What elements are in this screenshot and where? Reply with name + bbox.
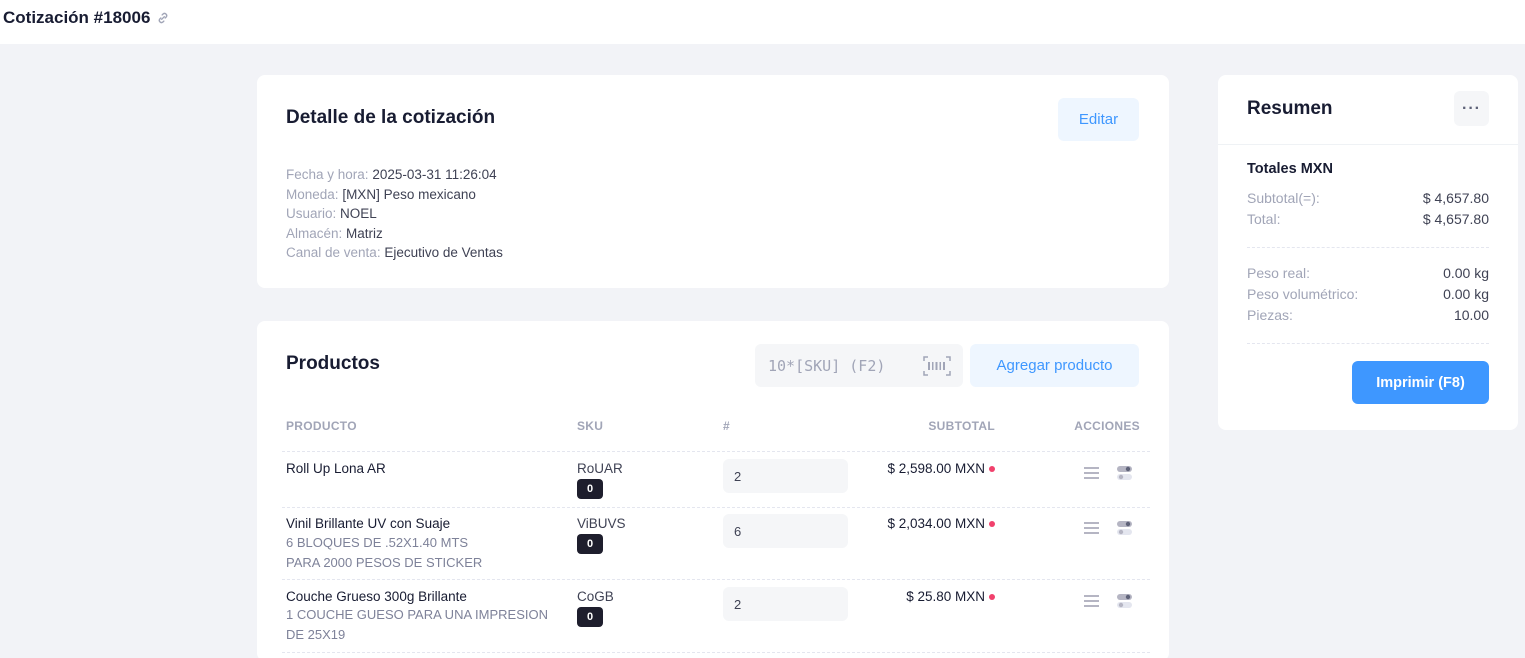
- product-subtotal: $ 25.80 MXN: [906, 589, 995, 604]
- detail-list: Fecha y hora: 2025-03-31 11:26:04 Moneda…: [286, 165, 503, 263]
- toggle-icon[interactable]: [1117, 521, 1132, 535]
- menu-lines-icon[interactable]: [1084, 522, 1099, 534]
- more-options-button[interactable]: ···: [1454, 91, 1489, 126]
- product-subtotal-value: $ 2,598.00 MXN: [887, 461, 985, 476]
- product-note: 6 BLOQUES DE .52X1.40 MTS PARA 2000 PESO…: [286, 533, 551, 572]
- detail-value: Matriz: [346, 225, 383, 241]
- row-divider: [282, 507, 1150, 508]
- product-note-line: PARA 2000 PESOS DE STICKER: [286, 554, 483, 570]
- summary-card: Resumen ··· Totales MXN Subtotal(=): $ 4…: [1218, 75, 1518, 430]
- detail-label: Almacén:: [286, 225, 343, 241]
- status-dot-icon: [989, 520, 995, 527]
- row-divider: [282, 451, 1150, 452]
- detail-value: NOEL: [340, 206, 377, 221]
- products-card: Productos 10*[SKU] (F2) Agregar producto…: [257, 321, 1169, 658]
- summary-value: $ 4,657.80: [1422, 190, 1489, 206]
- product-note-line: 6 BLOQUES DE .52X1.40 MTS: [286, 535, 469, 550]
- sku-input[interactable]: 10*[SKU] (F2): [755, 344, 963, 387]
- stock-badge: 0: [577, 479, 603, 499]
- product-note: 1 COUCHE GUESO PARA UNA IMPRESION DE 25X…: [286, 605, 551, 644]
- menu-lines-icon[interactable]: [1084, 467, 1099, 479]
- summary-row-subtotal: Subtotal(=): $ 4,657.80: [1247, 190, 1489, 206]
- summary-value: $ 4,657.80: [1422, 211, 1489, 227]
- product-name: Roll Up Lona AR: [286, 461, 386, 476]
- col-header-subtotal: SUBTOTAL: [928, 419, 995, 433]
- summary-row-total: Total: $ 4,657.80: [1247, 211, 1489, 227]
- detail-field-date: Fecha y hora: 2025-03-31 11:26:04: [286, 165, 503, 185]
- page-title: Cotización #18006: [3, 8, 170, 28]
- status-dot-icon: [989, 593, 995, 600]
- detail-value: Ejecutivo de Ventas: [384, 245, 503, 260]
- summary-divider: [1247, 343, 1489, 344]
- product-subtotal-value: $ 2,034.00 MXN: [887, 516, 985, 531]
- product-sku: ViBUVS: [577, 516, 626, 531]
- detail-title: Detalle de la cotización: [286, 107, 496, 128]
- row-divider: [282, 579, 1150, 580]
- summary-row-pieces: Piezas: 10.00: [1247, 307, 1489, 323]
- top-bar: Cotización #18006: [0, 0, 1525, 44]
- stock-badge: 0: [577, 534, 603, 554]
- detail-field-user: Usuario: NOEL: [286, 204, 503, 224]
- menu-lines-icon[interactable]: [1084, 595, 1099, 607]
- summary-value: 0.00 kg: [1443, 286, 1489, 302]
- link-icon[interactable]: [156, 11, 170, 25]
- summary-divider: [1218, 144, 1518, 145]
- product-note-line: DE 25X19: [286, 626, 346, 642]
- status-dot-icon: [989, 465, 995, 472]
- add-product-button[interactable]: Agregar producto: [970, 344, 1139, 387]
- row-divider: [282, 652, 1150, 653]
- col-header-actions: ACCIONES: [1074, 419, 1140, 433]
- print-button[interactable]: Imprimir (F8): [1352, 361, 1489, 404]
- product-name: Vinil Brillante UV con Suaje: [286, 516, 451, 531]
- product-sku: RoUAR: [577, 461, 623, 476]
- product-note-line: 1 COUCHE GUESO PARA UNA IMPRESION: [286, 607, 548, 622]
- product-subtotal-value: $ 25.80 MXN: [906, 589, 985, 604]
- stock-badge: 0: [577, 607, 603, 627]
- summary-divider: [1247, 247, 1489, 248]
- toggle-icon[interactable]: [1117, 594, 1132, 608]
- col-header-qty: #: [723, 419, 730, 433]
- quantity-input[interactable]: 6: [723, 514, 848, 548]
- quote-detail-card: Detalle de la cotización Editar Fecha y …: [257, 75, 1169, 288]
- product-subtotal: $ 2,034.00 MXN: [887, 516, 995, 531]
- detail-value: 2025-03-31 11:26:04: [372, 167, 497, 182]
- summary-title: Resumen: [1247, 98, 1333, 119]
- edit-button[interactable]: Editar: [1058, 98, 1139, 141]
- toggle-icon[interactable]: [1117, 466, 1132, 480]
- barcode-icon[interactable]: [923, 356, 951, 376]
- summary-label: Total:: [1247, 211, 1281, 227]
- summary-value: 0.00 kg: [1443, 265, 1489, 281]
- summary-label: Peso volumétrico:: [1247, 286, 1359, 302]
- summary-subtitle: Totales MXN: [1247, 161, 1333, 177]
- detail-label: Canal de venta:: [286, 245, 381, 260]
- page-title-text: Cotización #18006: [3, 8, 151, 27]
- summary-value: 10.00: [1453, 307, 1489, 323]
- quantity-input[interactable]: 2: [723, 587, 848, 621]
- detail-field-currency: Moneda: [MXN] Peso mexicano: [286, 185, 503, 205]
- products-title: Productos: [286, 353, 380, 374]
- product-sku: CoGB: [577, 589, 614, 604]
- summary-row-weight: Peso real: 0.00 kg: [1247, 265, 1489, 281]
- col-header-product: PRODUCTO: [286, 419, 357, 433]
- quantity-input[interactable]: 2: [723, 459, 848, 493]
- summary-label: Peso real:: [1247, 265, 1311, 281]
- sku-input-placeholder: 10*[SKU] (F2): [768, 356, 886, 375]
- detail-field-warehouse: Almacén: Matriz: [286, 224, 503, 244]
- product-subtotal: $ 2,598.00 MXN: [887, 461, 995, 476]
- product-name: Couche Grueso 300g Brillante: [286, 589, 467, 604]
- detail-value: [MXN] Peso mexicano: [342, 186, 476, 202]
- detail-field-channel: Canal de venta: Ejecutivo de Ventas: [286, 243, 503, 263]
- detail-label: Usuario:: [286, 206, 337, 221]
- summary-row-volweight: Peso volumétrico: 0.00 kg: [1247, 286, 1489, 302]
- summary-label: Subtotal(=):: [1247, 190, 1320, 206]
- detail-label: Fecha y hora:: [286, 167, 369, 182]
- col-header-sku: SKU: [577, 419, 604, 433]
- summary-label: Piezas:: [1247, 307, 1293, 323]
- detail-label: Moneda:: [286, 186, 339, 202]
